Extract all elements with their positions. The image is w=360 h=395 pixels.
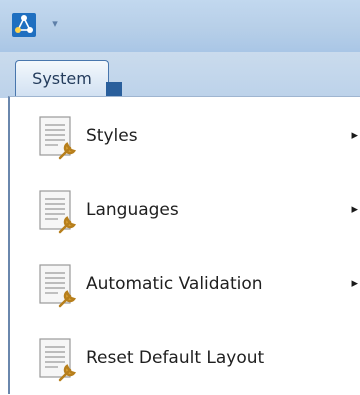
system-menu: Styles ▸ Languages ▸ Automatic Validatio… xyxy=(8,96,360,394)
document-wrench-icon xyxy=(39,190,77,234)
menu-item-automatic-validation[interactable]: Automatic Validation ▸ xyxy=(10,247,360,321)
submenu-arrow-icon: ▸ xyxy=(351,128,358,143)
submenu-arrow-icon: ▸ xyxy=(351,202,358,217)
submenu-arrow-icon: ▸ xyxy=(351,276,358,291)
quick-access-dropdown-icon[interactable]: ▾ xyxy=(48,14,62,34)
document-wrench-icon xyxy=(39,338,77,382)
menu-item-languages[interactable]: Languages ▸ xyxy=(10,173,360,247)
tab-accent xyxy=(106,82,122,96)
document-wrench-icon xyxy=(39,264,77,308)
document-wrench-icon xyxy=(39,116,77,160)
title-bar: ▾ xyxy=(0,0,360,52)
menu-item-label: Reset Default Layout xyxy=(86,348,265,368)
menu-item-label: Styles xyxy=(86,126,138,146)
menu-item-label: Languages xyxy=(86,200,179,220)
tab-system[interactable]: System xyxy=(15,60,109,96)
menu-item-styles[interactable]: Styles ▸ xyxy=(10,99,360,173)
menu-item-reset-default-layout[interactable]: Reset Default Layout xyxy=(10,321,360,395)
menu-item-label: Automatic Validation xyxy=(86,274,263,294)
graph-network-icon[interactable] xyxy=(12,13,36,37)
